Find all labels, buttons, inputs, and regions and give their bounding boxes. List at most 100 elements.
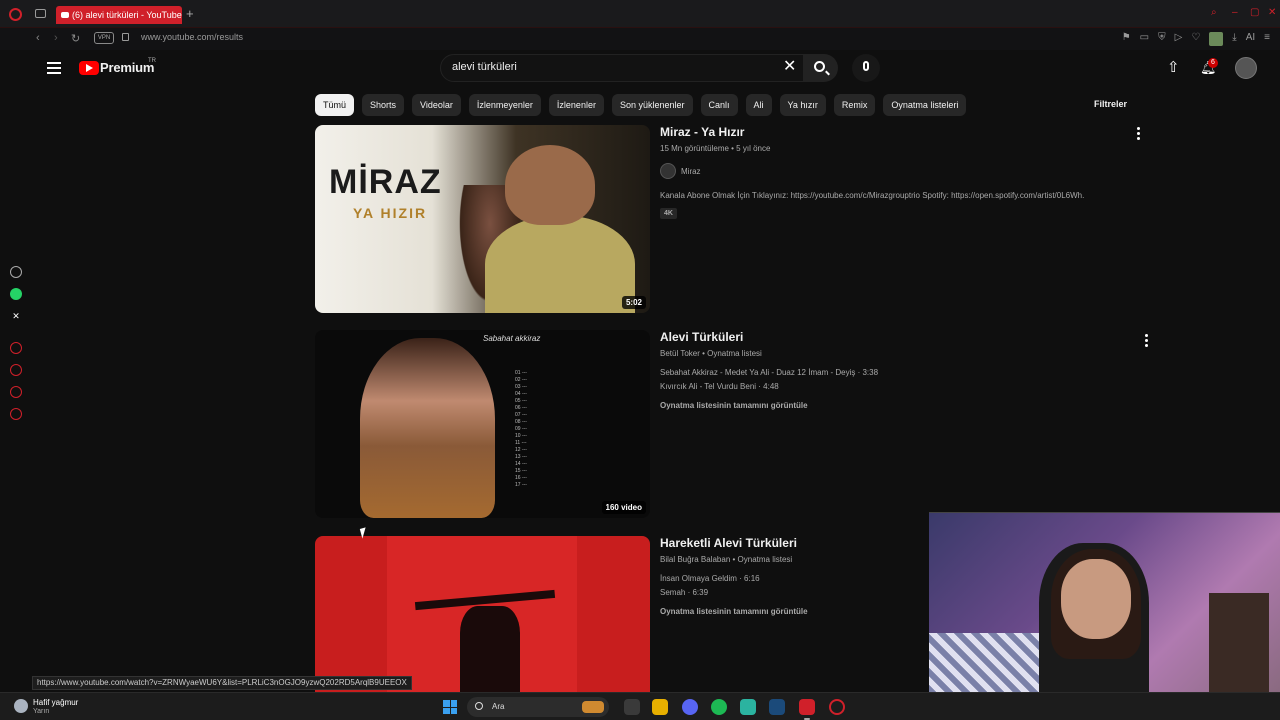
playlist-thumbnail[interactable]: Sabahat akkiraz 01 --- 02 --- 03 --- 04 ---… — [315, 330, 650, 518]
whatsapp-icon[interactable] — [10, 288, 22, 300]
pinboard-icon[interactable] — [10, 386, 22, 398]
search-box[interactable] — [440, 54, 804, 82]
chip-unwatched[interactable]: İzlenmeyenler — [468, 94, 541, 116]
thumbnail-title: MİRAZ — [329, 163, 442, 201]
vpn-badge[interactable]: VPN — [94, 32, 114, 44]
close-window-icon[interactable]: ✕ — [1268, 8, 1278, 18]
chip-shorts[interactable]: Shorts — [362, 94, 405, 116]
chip-videos[interactable]: Videolar — [412, 94, 461, 116]
playlist-item[interactable]: Kıvırcık Ali - Tel Vurdu Beni · 4:48 — [660, 382, 1140, 391]
file-explorer-icon[interactable] — [652, 699, 668, 715]
playlist-info: Alevi Türküleri Betül Toker • Oynatma li… — [660, 330, 1140, 410]
tab-title: (6) alevi türküleri - YouTube — [72, 10, 182, 20]
region-code: TR — [148, 58, 156, 64]
chatgpt-icon[interactable] — [10, 266, 22, 278]
spotify-icon[interactable] — [711, 699, 727, 715]
brand-premium[interactable]: Premium — [100, 60, 154, 75]
weather-title[interactable]: Hafif yağmur — [33, 698, 78, 707]
bookmark-icon[interactable]: ⚑ — [1122, 32, 1131, 46]
browser-toolbar: ⚑ ▭ ⛨ ▷ ♡ ⤓ AI ≡ — [1122, 32, 1270, 46]
video-thumbnail[interactable]: MİRAZ YA HIZIR 5:02 — [315, 125, 650, 313]
opera-logo-icon[interactable] — [9, 8, 22, 21]
chip-ali[interactable]: Ali — [745, 94, 772, 116]
url-field[interactable]: www.youtube.com/results — [141, 32, 243, 42]
more-actions-icon[interactable] — [1145, 334, 1149, 349]
filter-chips: Tümü Shorts Videolar İzlenmeyenler İzlen… — [315, 94, 967, 116]
hamburger-menu-icon[interactable] — [47, 62, 61, 74]
channel-link[interactable]: Miraz — [660, 163, 1140, 179]
player-icon[interactable] — [10, 342, 22, 354]
start-menu-icon[interactable] — [443, 700, 457, 714]
webcam-person — [1061, 559, 1131, 639]
channel-avatar[interactable] — [660, 163, 676, 179]
chip-ya-hizir[interactable]: Ya hızır — [779, 94, 826, 116]
playlist-result[interactable]: Sabahat akkiraz 01 --- 02 --- 03 --- 04 ---… — [315, 330, 1155, 520]
download-icon[interactable]: ⤓ — [1232, 32, 1236, 46]
webcam-background — [1209, 593, 1269, 692]
youtube-favicon-icon — [61, 12, 69, 18]
filters-button[interactable]: Filtreler — [1094, 99, 1127, 109]
lock-icon[interactable] — [122, 33, 129, 41]
maximize-icon[interactable]: ▢ — [1250, 8, 1260, 18]
create-upload-icon[interactable]: ⇧ — [1167, 60, 1181, 76]
opera-gx-icon[interactable] — [829, 699, 845, 715]
voice-search-button[interactable] — [852, 54, 880, 82]
chip-playlists[interactable]: Oynatma listeleri — [883, 94, 967, 116]
account-avatar[interactable] — [1235, 57, 1257, 79]
playlist-item[interactable]: Sebahat Akkiraz - Medet Ya Ali - Duaz 12… — [660, 368, 1140, 377]
chip-live[interactable]: Canlı — [700, 94, 738, 116]
search-tabs-icon[interactable]: ⌕ — [1211, 8, 1221, 18]
tab-overview-icon[interactable] — [35, 9, 46, 18]
settings-icon[interactable] — [10, 408, 22, 420]
chip-watched[interactable]: İzlenenler — [548, 94, 604, 116]
menu-icon[interactable]: ≡ — [1264, 32, 1270, 46]
streaming-app-icon[interactable] — [799, 699, 815, 720]
view-full-playlist-link[interactable]: Oynatma listesinin tamamını görüntüle — [660, 401, 1140, 410]
shield-icon[interactable]: ⛨ — [1158, 32, 1166, 46]
browser-tab-youtube[interactable]: (6) alevi türküleri - YouTube — [56, 6, 182, 24]
video-title[interactable]: Miraz - Ya Hızır — [660, 125, 1140, 139]
mic-icon — [863, 61, 869, 71]
thumbnail-figure — [485, 215, 635, 313]
channel-name[interactable]: Miraz — [681, 167, 701, 176]
search-button[interactable] — [804, 54, 838, 82]
webcam-background — [929, 633, 1049, 692]
video-result[interactable]: MİRAZ YA HIZIR 5:02 Miraz - Ya Hızır 15 … — [315, 125, 1155, 315]
chip-recently-uploaded[interactable]: Son yüklenenler — [611, 94, 693, 116]
thumbnail-figure — [505, 145, 595, 225]
video-duration: 5:02 — [621, 296, 646, 309]
taskbar-search[interactable]: Ara — [467, 697, 609, 717]
search-icon — [475, 702, 483, 710]
minimize-icon[interactable]: – — [1232, 8, 1242, 18]
thumbnail-subtitle: YA HIZIR — [353, 205, 428, 221]
play-icon[interactable]: ▷ — [1175, 32, 1183, 46]
thumbnail-figure — [360, 338, 495, 518]
history-icon[interactable] — [10, 364, 22, 376]
profile-thumbnail[interactable] — [1209, 32, 1224, 46]
playlist-meta[interactable]: Betül Toker • Oynatma listesi — [660, 349, 1140, 358]
x-icon[interactable]: ✕ — [10, 310, 22, 322]
back-icon[interactable]: ‹ — [36, 32, 40, 44]
task-view-icon[interactable] — [624, 699, 640, 715]
snapshot-icon[interactable]: ▭ — [1140, 32, 1149, 46]
aria-ai-button[interactable]: AI — [1246, 32, 1255, 46]
search-input[interactable] — [452, 61, 772, 73]
new-tab-button[interactable]: + — [186, 6, 194, 21]
chip-remix[interactable]: Remix — [833, 94, 876, 116]
clear-search-icon[interactable]: ✕ — [783, 59, 797, 75]
playlist-thumbnail[interactable] — [315, 536, 650, 692]
app-icon[interactable] — [740, 699, 756, 715]
reload-icon[interactable]: ↻ — [71, 32, 80, 45]
discord-icon[interactable] — [682, 699, 698, 715]
youtube-logo-icon[interactable] — [79, 61, 99, 75]
search-highlight-icon — [582, 701, 604, 713]
chip-all[interactable]: Tümü — [315, 94, 355, 116]
quality-badge: 4K — [660, 208, 677, 219]
steam-icon[interactable] — [769, 699, 785, 715]
playlist-title[interactable]: Alevi Türküleri — [660, 330, 1140, 344]
forward-icon[interactable]: › — [54, 32, 58, 44]
more-actions-icon[interactable] — [1137, 127, 1141, 142]
video-info: Miraz - Ya Hızır 15 Mn görüntüleme • 5 y… — [660, 125, 1140, 220]
heart-icon[interactable]: ♡ — [1191, 32, 1200, 46]
weather-icon[interactable] — [14, 699, 28, 713]
